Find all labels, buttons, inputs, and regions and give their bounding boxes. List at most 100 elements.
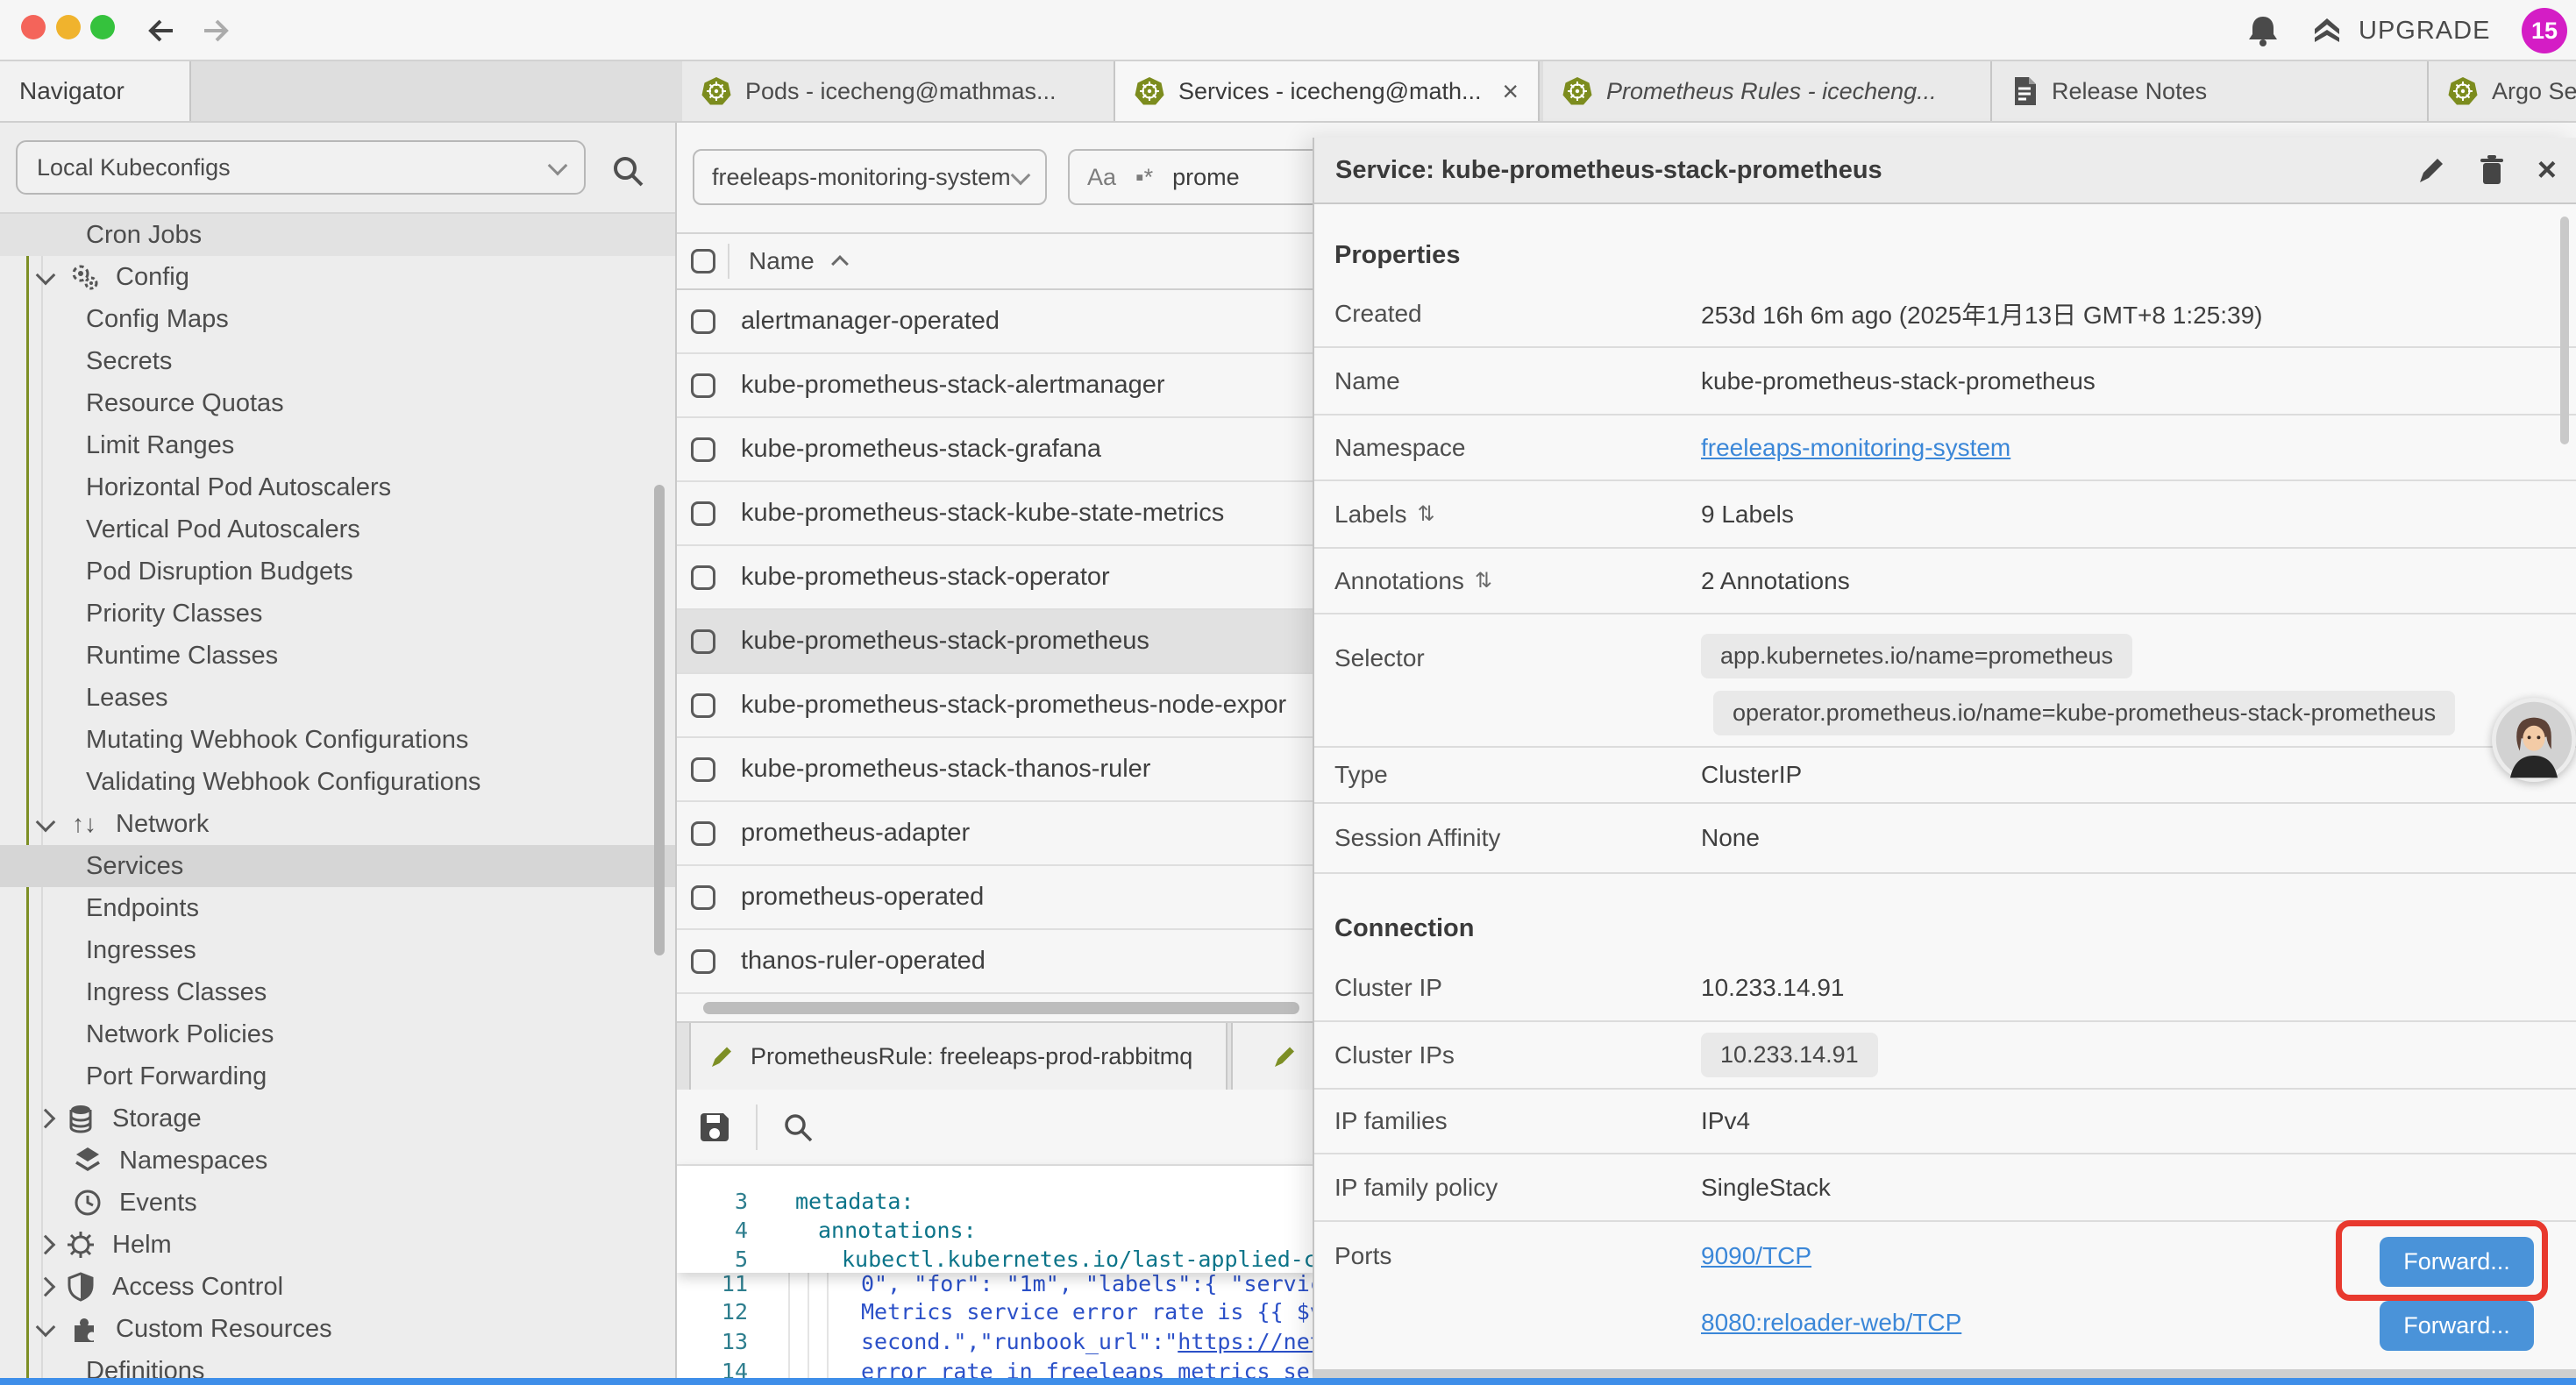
sidebar-item-resource-quotas[interactable]: Resource Quotas xyxy=(0,382,675,424)
select-all-checkbox[interactable] xyxy=(691,249,715,273)
namespace-selector[interactable]: freeleaps-monitoring-system xyxy=(693,149,1047,205)
close-panel-icon[interactable]: × xyxy=(2537,153,2557,187)
navigator-panel-tab[interactable]: Navigator xyxy=(0,61,191,121)
editor-tab-partial[interactable] xyxy=(1231,1023,1315,1090)
sidebar-item-config[interactable]: Config xyxy=(0,256,675,298)
match-case-icon[interactable]: Aa xyxy=(1087,164,1116,191)
regex-icon[interactable]: ▪* xyxy=(1135,164,1153,191)
forward-port-button[interactable]: Forward... xyxy=(2380,1301,2534,1351)
tab-prometheus-rules-label: Prometheus Rules - icecheng... xyxy=(1606,78,1937,105)
forward-icon[interactable] xyxy=(198,13,233,48)
notifications-bell-icon[interactable] xyxy=(2245,12,2281,49)
search-input[interactable]: Aa ▪* prome xyxy=(1068,149,1315,205)
back-icon[interactable] xyxy=(144,13,179,48)
sidebar-item-horizontal-pod-autoscalers[interactable]: Horizontal Pod Autoscalers xyxy=(0,466,675,508)
service-row[interactable]: thanos-ruler-operated xyxy=(677,930,1315,994)
editor-line: 4 annotations: xyxy=(677,1215,1315,1245)
tab-release-notes[interactable]: Release Notes xyxy=(1992,61,2429,121)
row-checkbox[interactable] xyxy=(691,565,715,590)
tab-services[interactable]: Services - icecheng@math... × xyxy=(1115,61,1540,121)
editor-toolbar xyxy=(677,1090,1315,1166)
service-row[interactable]: kube-prometheus-stack-kube-state-metrics xyxy=(677,482,1315,546)
sort-ascending-icon[interactable] xyxy=(831,255,849,273)
editor-line: 14 error rate in freeleaps metrics serv xyxy=(677,1356,1315,1378)
sidebar-scrollbar[interactable] xyxy=(654,485,665,955)
selector-chip[interactable]: operator.prometheus.io/name=kube-prometh… xyxy=(1713,691,2455,735)
sidebar-item-mutating-webhook-configurations[interactable]: Mutating Webhook Configurations xyxy=(0,719,675,761)
maximize-window-button[interactable] xyxy=(90,15,115,39)
service-row[interactable]: kube-prometheus-stack-grafana xyxy=(677,418,1315,482)
sidebar-item-pod-disruption-budgets[interactable]: Pod Disruption Budgets xyxy=(0,550,675,593)
edit-icon[interactable] xyxy=(2416,155,2446,185)
sidebar-item-network[interactable]: ↑↓ Network xyxy=(0,803,675,845)
save-icon[interactable] xyxy=(696,1109,733,1146)
sidebar-item-definitions[interactable]: Definitions xyxy=(0,1350,675,1378)
row-checkbox[interactable] xyxy=(691,821,715,846)
service-row[interactable]: kube-prometheus-stack-alertmanager xyxy=(677,354,1315,418)
row-checkbox[interactable] xyxy=(691,309,715,334)
upgrade-button[interactable]: UPGRADE xyxy=(2308,0,2490,61)
editor-tab-prometheusrule[interactable]: PrometheusRule: freeleaps-prod-rabbitmq xyxy=(689,1023,1228,1090)
sidebar-item-network-policies[interactable]: Network Policies xyxy=(0,1013,675,1055)
avatar[interactable] xyxy=(2492,698,2576,782)
sidebar-item-events[interactable]: Events xyxy=(0,1182,675,1224)
expand-collapse-icon[interactable]: ⇅ xyxy=(1418,501,1435,527)
runbook-url-link[interactable]: https://net xyxy=(1178,1329,1315,1354)
close-window-button[interactable] xyxy=(21,15,46,39)
sidebar-item-services[interactable]: Services xyxy=(0,845,675,887)
minimize-window-button[interactable] xyxy=(56,15,81,39)
sidebar-item-secrets[interactable]: Secrets xyxy=(0,340,675,382)
search-icon[interactable] xyxy=(608,152,647,190)
sidebar-item-leases[interactable]: Leases xyxy=(0,677,675,719)
row-checkbox[interactable] xyxy=(691,629,715,654)
yaml-editor[interactable]: 11 0", "for": "1m", "labels":{ "service"… xyxy=(677,1166,1315,1378)
sidebar-item-port-forwarding[interactable]: Port Forwarding xyxy=(0,1055,675,1097)
delete-trash-icon[interactable] xyxy=(2478,154,2506,186)
tab-prometheus-rules[interactable]: Prometheus Rules - icecheng... xyxy=(1543,61,1992,121)
kubeconfig-selector[interactable]: Local Kubeconfigs xyxy=(16,140,586,195)
row-checkbox[interactable] xyxy=(691,757,715,782)
sidebar-item-vertical-pod-autoscalers[interactable]: Vertical Pod Autoscalers xyxy=(0,508,675,550)
sidebar-item-access-control[interactable]: Access Control xyxy=(0,1266,675,1308)
sidebar-item-config-maps[interactable]: Config Maps xyxy=(0,298,675,340)
horizontal-scrollbar[interactable] xyxy=(703,1002,1299,1014)
detail-panel-scrollbar[interactable] xyxy=(2560,217,2569,444)
sidebar-item-namespaces[interactable]: Namespaces xyxy=(0,1140,675,1182)
row-checkbox[interactable] xyxy=(691,693,715,718)
service-row[interactable]: alertmanager-operated xyxy=(677,290,1315,354)
sidebar-item-ingress-classes[interactable]: Ingress Classes xyxy=(0,971,675,1013)
row-checkbox[interactable] xyxy=(691,501,715,526)
service-row[interactable]: prometheus-operated xyxy=(677,866,1315,930)
row-checkbox[interactable] xyxy=(691,437,715,462)
name-column-header[interactable]: Name xyxy=(749,247,815,275)
tab-pods[interactable]: Pods - icecheng@mathmas... xyxy=(682,61,1115,121)
notification-count-badge[interactable]: 15 xyxy=(2522,8,2567,53)
port-link[interactable]: 9090/TCP xyxy=(1701,1242,1811,1270)
service-row[interactable]: kube-prometheus-stack-thanos-ruler xyxy=(677,738,1315,802)
service-row-selected[interactable]: kube-prometheus-stack-prometheus xyxy=(677,610,1315,674)
service-row[interactable]: kube-prometheus-stack-operator xyxy=(677,546,1315,610)
sidebar-item-cron-jobs[interactable]: Cron Jobs xyxy=(0,214,675,256)
sidebar-item-priority-classes[interactable]: Priority Classes xyxy=(0,593,675,635)
sidebar-item-limit-ranges[interactable]: Limit Ranges xyxy=(0,424,675,466)
tab-argo[interactable]: Argo Se xyxy=(2429,61,2576,121)
editor-sticky-lines: 3 metadata: 4 annotations: 5 kubectl.kub… xyxy=(677,1166,1315,1273)
row-checkbox[interactable] xyxy=(691,885,715,910)
sidebar-item-custom-resources[interactable]: Custom Resources xyxy=(0,1308,675,1350)
sidebar-item-validating-webhook-configurations[interactable]: Validating Webhook Configurations xyxy=(0,761,675,803)
close-tab-icon[interactable]: × xyxy=(1502,77,1519,105)
port-link[interactable]: 8080:reloader-web/TCP xyxy=(1701,1309,1961,1337)
selector-chip[interactable]: app.kubernetes.io/name=prometheus xyxy=(1701,634,2132,678)
sidebar-item-storage[interactable]: Storage xyxy=(0,1097,675,1140)
sidebar-item-endpoints[interactable]: Endpoints xyxy=(0,887,675,929)
service-row[interactable]: kube-prometheus-stack-prometheus-node-ex… xyxy=(677,674,1315,738)
namespace-link[interactable]: freeleaps-monitoring-system xyxy=(1701,434,2010,462)
sidebar-item-runtime-classes[interactable]: Runtime Classes xyxy=(0,635,675,677)
service-row[interactable]: prometheus-adapter xyxy=(677,802,1315,866)
editor-search-icon[interactable] xyxy=(780,1110,815,1145)
expand-collapse-icon[interactable]: ⇅ xyxy=(1475,568,1492,593)
sidebar-item-ingresses[interactable]: Ingresses xyxy=(0,929,675,971)
row-checkbox[interactable] xyxy=(691,373,715,398)
sidebar-item-helm[interactable]: Helm xyxy=(0,1224,675,1266)
row-checkbox[interactable] xyxy=(691,949,715,974)
